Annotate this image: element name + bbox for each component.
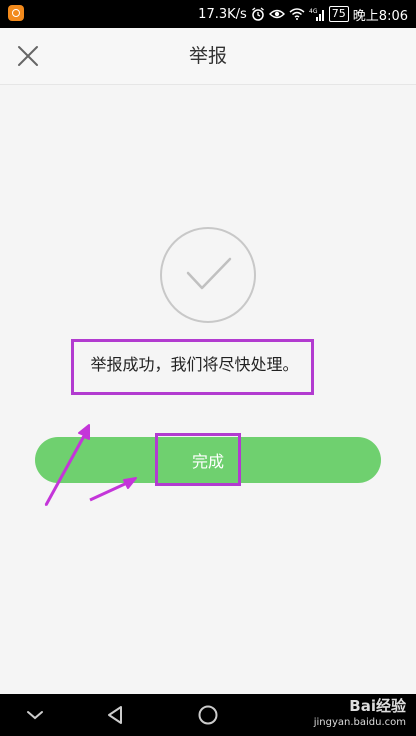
watermark-url: jingyan.baidu.com bbox=[313, 717, 406, 728]
network-type-label: 4G bbox=[309, 8, 318, 15]
page-title: 举报 bbox=[188, 45, 227, 67]
alarm-icon bbox=[251, 7, 265, 21]
status-time: 晚上8:06 bbox=[352, 8, 408, 24]
signal-icon: 4G bbox=[309, 7, 325, 21]
battery-level: 75 bbox=[331, 7, 346, 20]
home-icon bbox=[198, 705, 218, 725]
status-bar: 17.3K/s 4G 75 晚上8:06 bbox=[0, 0, 416, 28]
status-indicators: 17.3K/s 4G 75 晚上8:06 bbox=[198, 0, 408, 28]
wifi-icon bbox=[289, 8, 305, 20]
check-circle-icon bbox=[160, 227, 256, 323]
battery-icon: 75 bbox=[328, 6, 349, 22]
home-button[interactable] bbox=[193, 700, 223, 730]
back-button[interactable] bbox=[100, 700, 130, 730]
chevron-down-icon bbox=[27, 711, 43, 720]
network-speed: 17.3K/s bbox=[198, 6, 247, 22]
header: 举报 bbox=[0, 28, 416, 85]
app-notification-icon bbox=[8, 5, 24, 21]
success-message: 举报成功，我们将尽快处理。 bbox=[90, 355, 299, 374]
baidu-jingyan-watermark: Bai经验 jingyan.baidu.com bbox=[314, 696, 406, 730]
eye-icon bbox=[268, 8, 285, 20]
annotation-arrow-right bbox=[89, 481, 128, 502]
navigation-bar: Bai经验 jingyan.baidu.com bbox=[0, 694, 416, 736]
done-button[interactable]: 完成 bbox=[35, 437, 381, 483]
hide-nav-button[interactable] bbox=[20, 700, 50, 730]
back-icon bbox=[108, 706, 122, 724]
watermark-logo: Bai经验 bbox=[349, 697, 406, 715]
report-result: 举报成功，我们将尽快处理。 完成 bbox=[0, 85, 416, 694]
